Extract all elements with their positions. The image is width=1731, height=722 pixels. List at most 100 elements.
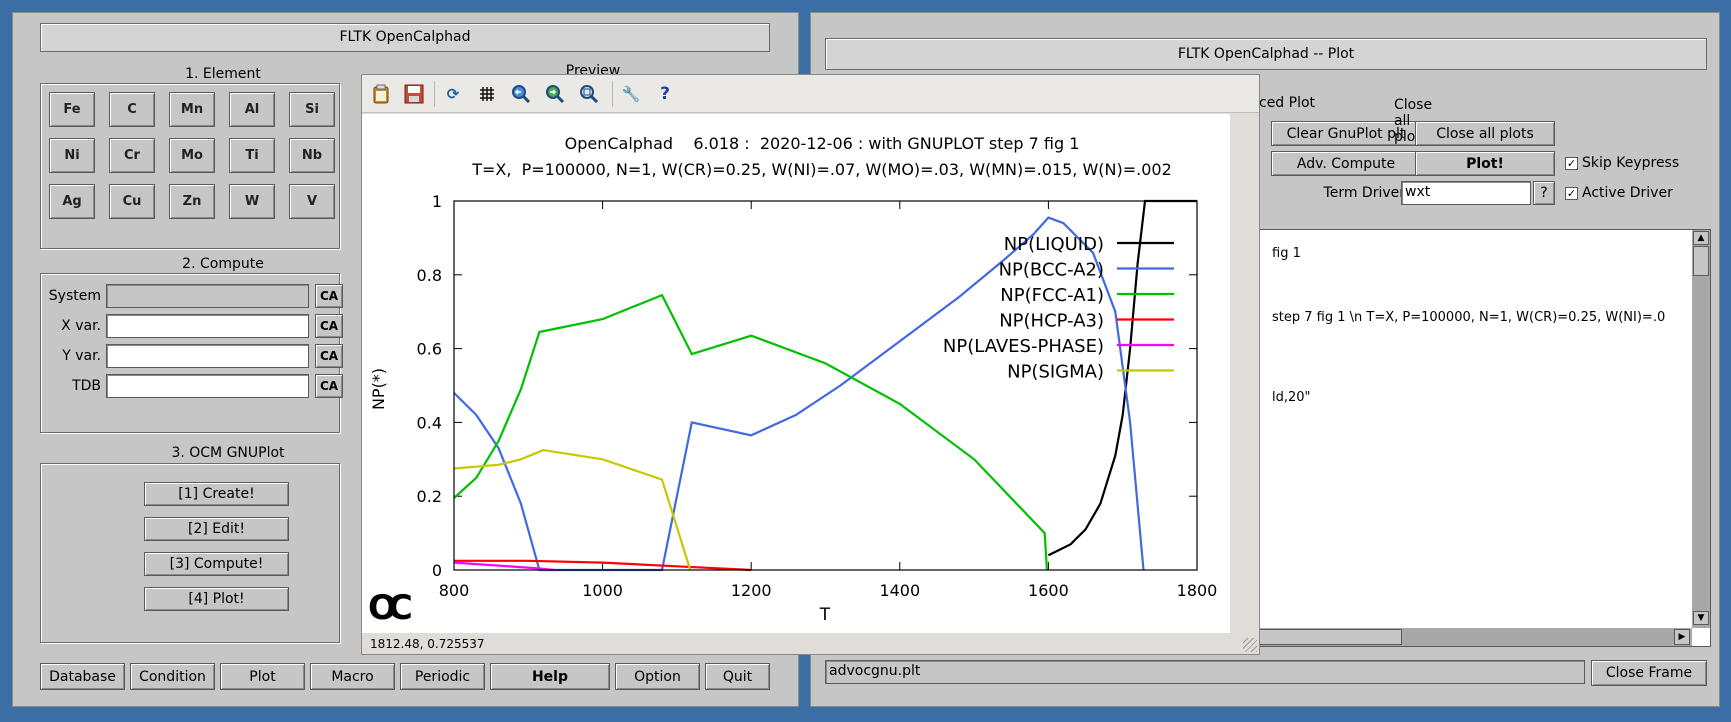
element-button-mo[interactable]: Mo [169, 138, 215, 173]
refresh-icon[interactable]: ⟳ [442, 83, 464, 105]
menu-periodic[interactable]: Periodic [400, 663, 485, 690]
xvar-label: X var. [61, 318, 101, 334]
active-driver-check-icon: ✓ [1565, 186, 1578, 200]
grid-icon[interactable] [476, 83, 498, 105]
output-text-view[interactable]: fig 1 step 7 fig 1 \n T=X, P=100000, N=1… [1251, 229, 1711, 647]
plot-file-field[interactable]: advocgnu.plt [825, 660, 1585, 684]
advanced-plot-label: ced Plot [1259, 95, 1316, 111]
y-tick-label: 0.6 [417, 340, 442, 359]
y-tick-label: 0 [432, 561, 442, 580]
plot-go-button[interactable]: Plot! [1415, 151, 1555, 176]
cursor-coordinates: 1812.48, 0.725537 [370, 637, 485, 651]
active-driver-label: Active Driver [1582, 185, 1673, 201]
menu-quit[interactable]: Quit [705, 663, 770, 690]
output-horizontal-scrollbar[interactable]: ▶ [1252, 628, 1692, 646]
yvar-ca-button[interactable]: CA [315, 344, 343, 368]
close-all-plots-button-face[interactable]: Close all plots [1415, 121, 1555, 146]
create-button[interactable]: [1] Create! [144, 482, 289, 506]
tdb-ca-button[interactable]: CA [315, 374, 343, 398]
menu-option[interactable]: Option [615, 663, 700, 690]
toolbar-separator [434, 81, 435, 107]
vertical-scroll-thumb[interactable] [1693, 246, 1709, 276]
element-button-v[interactable]: V [289, 184, 335, 219]
menu-plot[interactable]: Plot [220, 663, 305, 690]
y-tick-label: 0.2 [417, 487, 442, 506]
element-button-nb[interactable]: Nb [289, 138, 335, 173]
active-driver-checkbox[interactable]: ✓ Active Driver [1565, 185, 1673, 201]
element-button-cr[interactable]: Cr [109, 138, 155, 173]
x-axis-label: T [819, 605, 831, 625]
horizontal-scroll-thumb[interactable] [1252, 629, 1402, 645]
series-lines [453, 199, 1197, 572]
adv-compute-button[interactable]: Adv. Compute [1271, 151, 1421, 176]
plot-button[interactable]: [4] Plot! [144, 587, 289, 611]
element-button-ti[interactable]: Ti [229, 138, 275, 173]
help-icon[interactable]: ? [654, 83, 676, 105]
output-line-1: fig 1 [1272, 246, 1301, 261]
zoom-next-icon[interactable] [544, 83, 566, 105]
legend-label: NP(LAVES-PHASE) [943, 336, 1104, 357]
compute-group: System CA X var. CA Y var. CA TDB CA [40, 273, 343, 433]
y-tick-label: 0.8 [417, 266, 442, 285]
xvar-field[interactable] [106, 314, 309, 338]
x-tick-label: 1400 [879, 581, 920, 600]
element-button-c[interactable]: C [109, 92, 155, 127]
resize-grip-icon[interactable] [1243, 638, 1257, 652]
element-button-mn[interactable]: Mn [169, 92, 215, 127]
element-button-ni[interactable]: Ni [49, 138, 95, 173]
scroll-right-icon[interactable]: ▶ [1674, 629, 1690, 645]
system-ca-button[interactable]: CA [315, 284, 343, 308]
menu-database[interactable]: Database [40, 663, 125, 690]
term-driver-help-button[interactable]: ? [1533, 181, 1555, 205]
edit-button[interactable]: [2] Edit! [144, 517, 289, 541]
output-line-2: step 7 fig 1 \n T=X, P=100000, N=1, W(CR… [1272, 310, 1666, 325]
scroll-up-icon[interactable]: ▲ [1693, 231, 1709, 245]
clipboard-icon[interactable] [370, 83, 392, 105]
skip-keypress-checkbox[interactable]: ✓ Skip Keypress [1565, 155, 1679, 171]
gnuplot-group-label: 3. OCM GNUPlot [171, 445, 285, 461]
x-tick-label: 1000 [582, 581, 623, 600]
y-tick-label: 0.4 [417, 413, 442, 432]
element-button-cu[interactable]: Cu [109, 184, 155, 219]
x-tick-label: 1200 [731, 581, 772, 600]
element-button-zn[interactable]: Zn [169, 184, 215, 219]
legend-label: NP(LIQUID) [1004, 234, 1104, 255]
menu-macro[interactable]: Macro [310, 663, 395, 690]
save-icon[interactable] [403, 83, 425, 105]
gnuplot-canvas[interactable]: OpenCalphad 6.018 : 2020-12-06 : with GN… [362, 114, 1230, 633]
menu-condition[interactable]: Condition [130, 663, 215, 690]
element-group: Fe C Mn Al Si Ni Cr Mo Ti Nb Ag Cu Zn W V [40, 83, 340, 249]
xvar-ca-button[interactable]: CA [315, 314, 343, 338]
gnuplot-group: [1] Create! [2] Edit! [3] Compute! [4] P… [40, 463, 340, 643]
element-button-al[interactable]: Al [229, 92, 275, 127]
skip-keypress-label: Skip Keypress [1582, 155, 1680, 171]
output-vertical-scrollbar[interactable]: ▲ ▼ [1692, 230, 1710, 628]
close-frame-button[interactable]: Close Frame [1591, 660, 1707, 686]
tdb-label: TDB [72, 378, 101, 394]
yvar-field[interactable] [106, 344, 309, 368]
gnuplot-window: ⟳ 🔧 ? OpenCalphad 6.018 : 2020-12-06 : w… [361, 74, 1260, 655]
menu-help[interactable]: Help [490, 663, 610, 690]
term-driver-label: Term Driver [1323, 185, 1405, 201]
element-button-si[interactable]: Si [289, 92, 335, 127]
zoom-prev-icon[interactable] [510, 83, 532, 105]
autoscale-icon[interactable] [578, 83, 600, 105]
x-tick-label: 1800 [1177, 581, 1218, 600]
legend-label: NP(HCP-A3) [999, 311, 1104, 332]
yvar-label: Y var. [62, 348, 101, 364]
element-button-ag[interactable]: Ag [49, 184, 95, 219]
tdb-field[interactable] [106, 374, 309, 398]
y-tick-label: 1 [432, 192, 442, 211]
chart-title: OpenCalphad 6.018 : 2020-12-06 : with GN… [565, 134, 1080, 153]
term-driver-field[interactable]: wxt [1401, 181, 1531, 205]
y-axis-label: NP(*) [369, 368, 388, 410]
compute-group-label: 2. Compute [182, 256, 264, 272]
chart-subtitle: T=X, P=100000, N=1, W(CR)=0.25, W(NI)=.0… [471, 160, 1172, 179]
element-button-w[interactable]: W [229, 184, 275, 219]
element-button-fe[interactable]: Fe [49, 92, 95, 127]
config-icon[interactable]: 🔧 [620, 83, 642, 105]
plot-frame [453, 200, 1198, 571]
element-group-label: 1. Element [185, 66, 261, 82]
scroll-down-icon[interactable]: ▼ [1693, 611, 1709, 625]
compute-button[interactable]: [3] Compute! [144, 552, 289, 576]
